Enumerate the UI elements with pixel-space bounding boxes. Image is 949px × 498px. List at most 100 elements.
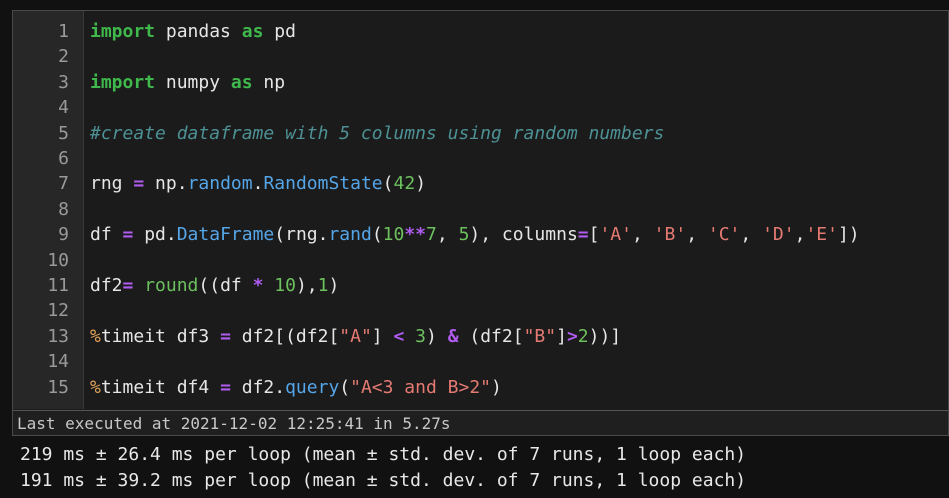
code-token: > <box>566 325 578 347</box>
code-token: = <box>220 376 231 398</box>
code-token: 'D' <box>762 224 795 246</box>
code-token: & <box>447 325 459 347</box>
code-token: timeit df4 <box>100 376 221 398</box>
line-number: 1 <box>58 21 69 42</box>
code-token: , <box>794 224 806 246</box>
code-token: "A<3 and B>2" <box>350 376 492 398</box>
code-token: 'E' <box>805 224 838 246</box>
line-number: 3 <box>58 71 69 93</box>
code-token: . <box>252 173 264 195</box>
code-token: ), columns <box>469 224 578 246</box>
line-number-gutter: 1 2 3 4 5 6 7 8 9 10 11 12 13 14 15 <box>13 11 84 409</box>
code-token: 'A' <box>599 224 632 246</box>
code-token: = <box>577 224 589 246</box>
code-token: numpy <box>155 71 231 93</box>
code-token: ( <box>382 173 394 195</box>
code-token: timeit df3 <box>100 325 221 347</box>
code-token: "A" <box>339 325 372 347</box>
code-token: import <box>90 71 156 93</box>
code-token: DataFrame <box>176 224 275 246</box>
output-line: 191 ms ± 39.2 ms per loop (mean ± std. d… <box>20 470 747 491</box>
code-token: = <box>122 275 134 296</box>
code-line[interactable]: %timeit df4 = df2.query("A<3 and B>2") <box>90 375 502 400</box>
code-token: ] <box>371 325 394 347</box>
line-number: 5 <box>58 122 69 144</box>
code-token: ) <box>328 275 340 296</box>
code-token: (df2[ <box>458 325 524 347</box>
code-editor[interactable]: 1 2 3 4 5 6 7 8 9 10 11 12 13 14 15 import pandas as p… <box>13 11 948 409</box>
code-line[interactable]: %timeit df3 = df2[(df2["A"] < 3) & (df2[… <box>90 324 621 349</box>
code-token: , <box>631 224 654 246</box>
code-line[interactable]: #create dataframe with 5 columns using r… <box>90 121 664 146</box>
code-line[interactable]: rng = np.random.RandomState(42) <box>90 171 426 196</box>
code-token: round <box>144 275 199 296</box>
code-token: rand <box>328 224 372 246</box>
output-line: 219 ms ± 26.4 ms per loop (mean ± std. d… <box>20 444 747 465</box>
code-token: 2 <box>577 325 589 347</box>
code-token: 3 <box>415 325 427 347</box>
code-token: 7 <box>426 224 437 246</box>
code-token: 10 <box>274 275 296 296</box>
code-line[interactable]: df = pd.DataFrame(rng.rand(10**7, 5), co… <box>90 222 860 247</box>
code-token: ] <box>556 325 567 347</box>
code-token: ), <box>295 275 318 296</box>
notebook-page: 1 2 3 4 5 6 7 8 9 10 11 12 13 14 15 import pandas as p… <box>0 0 949 498</box>
code-token: 'B' <box>653 224 687 246</box>
code-token: rng <box>90 173 134 195</box>
code-token: 10 <box>382 224 405 246</box>
code-token: pd. <box>133 224 177 246</box>
code-line[interactable]: import pandas as pd <box>90 19 296 44</box>
code-token: pandas <box>155 21 242 42</box>
line-number: 8 <box>58 198 69 220</box>
code-token: RandomState <box>263 173 383 195</box>
code-token: < <box>393 325 405 347</box>
line-number: 10 <box>47 249 69 271</box>
code-token: ) <box>426 325 448 347</box>
line-number: 11 <box>47 275 69 296</box>
code-token: pd <box>263 21 296 42</box>
cell-output: 219 ms ± 26.4 ms per loop (mean ± std. d… <box>20 442 940 494</box>
line-number: 6 <box>58 148 69 169</box>
code-line[interactable]: df2= round((df * 10),1) <box>90 273 339 298</box>
code-token: df2. <box>230 376 286 398</box>
code-token: ** <box>404 224 427 246</box>
code-token: = <box>122 224 134 246</box>
line-number: 15 <box>47 376 69 398</box>
code-token: np <box>252 71 286 93</box>
code-token: ( <box>371 224 383 246</box>
code-token: "B" <box>523 325 557 347</box>
code-token: , <box>436 224 459 246</box>
line-number: 13 <box>47 325 69 347</box>
code-cell[interactable]: 1 2 3 4 5 6 7 8 9 10 11 12 13 14 15 import pandas as p… <box>12 10 949 436</box>
code-token: 42 <box>393 173 416 195</box>
code-token: (rng. <box>274 224 329 246</box>
code-token: ]) <box>837 224 860 246</box>
code-token: #create dataframe with 5 columns using r… <box>90 122 665 144</box>
code-token: random <box>187 173 253 195</box>
code-token: as <box>241 21 264 42</box>
code-token: import <box>90 21 156 42</box>
code-token: , <box>740 224 763 246</box>
execution-status: Last executed at 2021-12-02 12:25:41 in … <box>13 410 948 435</box>
code-token: df2 <box>90 275 123 296</box>
code-token: ) <box>491 376 502 398</box>
code-token: % <box>90 325 101 347</box>
code-token: 'C' <box>707 224 741 246</box>
line-number: 2 <box>58 46 69 68</box>
code-token: % <box>90 376 101 398</box>
code-token: = <box>133 173 145 195</box>
code-token: * <box>252 275 264 296</box>
code-token: ) <box>415 173 427 195</box>
code-token: ( <box>339 376 351 398</box>
code-token: 5 <box>458 224 470 246</box>
code-line[interactable]: import numpy as np <box>90 70 285 95</box>
code-token: [ <box>588 224 600 246</box>
code-token: df <box>90 224 123 246</box>
code-token: np. <box>144 173 188 195</box>
code-token: ((df <box>198 275 253 296</box>
line-number: 12 <box>47 300 69 322</box>
line-number: 4 <box>58 97 69 119</box>
code-token: as <box>230 71 253 93</box>
